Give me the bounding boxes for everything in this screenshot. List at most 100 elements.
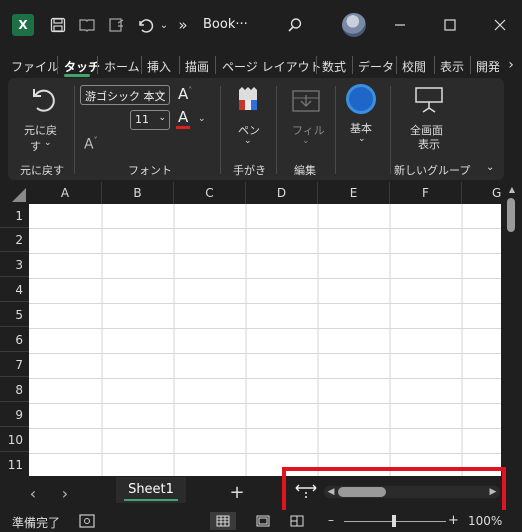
- row-header[interactable]: 7: [0, 353, 29, 377]
- scroll-left-icon[interactable]: ◀: [326, 486, 336, 498]
- chevron-down-icon[interactable]: ⌄: [198, 114, 206, 124]
- tab-touch[interactable]: タッチ: [64, 58, 100, 75]
- minimize-icon[interactable]: [388, 14, 412, 36]
- zoom-in-button[interactable]: +: [448, 513, 459, 528]
- font-size-value: 11: [135, 113, 149, 126]
- tab-home[interactable]: ホーム: [104, 58, 140, 75]
- undo-button-label-2[interactable]: す: [30, 138, 41, 154]
- tab-separator: [470, 56, 471, 74]
- tab-data[interactable]: データ: [358, 58, 394, 75]
- tab-insert[interactable]: 挿入: [147, 58, 171, 75]
- group-label-edit: 編集: [294, 164, 316, 177]
- search-icon[interactable]: [284, 14, 306, 36]
- tab-view[interactable]: 表示: [440, 58, 464, 75]
- next-sheet-icon[interactable]: ›: [58, 482, 72, 504]
- chevron-down-icon[interactable]: ⌄: [358, 134, 366, 144]
- font-size-combobox[interactable]: 11 ⌄: [130, 110, 170, 130]
- page-layout-view-icon[interactable]: [250, 512, 276, 530]
- fullscreen-button-label-2[interactable]: 表示: [418, 136, 440, 152]
- collapse-ribbon-icon[interactable]: ⌄: [486, 162, 494, 173]
- tab-file[interactable]: ファイル: [11, 58, 59, 75]
- maximize-icon[interactable]: [438, 14, 462, 36]
- select-all-corner[interactable]: [2, 184, 28, 204]
- column-header[interactable]: E: [318, 182, 390, 204]
- presentation-icon[interactable]: [414, 86, 444, 117]
- document-title[interactable]: Book···: [203, 17, 248, 32]
- row-header[interactable]: 6: [0, 328, 29, 352]
- user-avatar[interactable]: [342, 13, 366, 37]
- tab-separator: [434, 56, 435, 74]
- tab-separator: [215, 56, 216, 74]
- scroll-right-icon[interactable]: ▶: [488, 486, 498, 498]
- tab-draw[interactable]: 描画: [185, 58, 209, 75]
- vertical-scroll-thumb[interactable]: [507, 198, 515, 232]
- touch-mode-icon[interactable]: [106, 14, 128, 36]
- zoom-level-text[interactable]: 100%: [468, 514, 502, 528]
- zoom-slider-thumb[interactable]: [392, 515, 396, 527]
- fill-icon: [292, 90, 320, 117]
- active-tab-indicator: [64, 74, 90, 77]
- row-header[interactable]: 2: [0, 228, 29, 252]
- zoom-out-button[interactable]: –: [328, 513, 334, 527]
- previous-sheet-icon[interactable]: ‹: [26, 482, 40, 504]
- more-commands-icon[interactable]: »: [174, 14, 192, 36]
- chevron-down-icon[interactable]: ⌄: [158, 113, 166, 123]
- save-icon[interactable]: [48, 14, 68, 36]
- undo-dropdown-icon[interactable]: ⌄: [158, 14, 170, 36]
- accessibility-icon[interactable]: [78, 512, 96, 530]
- basic-shape-icon[interactable]: [346, 84, 376, 114]
- cell-area[interactable]: [29, 204, 501, 476]
- tab-formulas[interactable]: 数式: [322, 58, 346, 75]
- font-name-value: 游ゴシック 本文: [85, 90, 166, 103]
- column-header[interactable]: C: [174, 182, 246, 204]
- tab-separator: [316, 56, 317, 74]
- column-header[interactable]: F: [390, 182, 462, 204]
- row-header[interactable]: 1: [0, 204, 29, 228]
- undo-icon[interactable]: [134, 14, 156, 36]
- row-header[interactable]: 4: [0, 278, 29, 302]
- group-label-undo: 元に戻す: [20, 164, 64, 177]
- split-resize-handle-icon[interactable]: [294, 481, 318, 503]
- normal-view-icon[interactable]: [210, 512, 236, 530]
- row-header[interactable]: 8: [0, 378, 29, 402]
- book-icon[interactable]: [76, 14, 98, 36]
- tab-separator: [141, 56, 142, 74]
- excel-logo-icon: X: [12, 14, 34, 36]
- font-name-combobox[interactable]: 游ゴシック 本文 ⌄: [80, 85, 170, 105]
- column-header[interactable]: G: [462, 182, 504, 204]
- scroll-up-icon[interactable]: ▲: [507, 184, 517, 194]
- row-header[interactable]: 5: [0, 303, 29, 327]
- worksheet-grid: A B C D E F G 1 2 3 4 5 6 7 8 9 10 11: [0, 180, 504, 476]
- tab-separator: [57, 56, 58, 74]
- tabs-scroll-right-icon[interactable]: ›: [504, 54, 518, 76]
- chevron-down-icon: ⌄: [302, 136, 310, 146]
- horizontal-scroll-thumb[interactable]: [338, 487, 386, 497]
- row-header[interactable]: 11: [0, 453, 29, 476]
- tab-separator: [97, 56, 98, 74]
- tab-page-layout[interactable]: ページ レイアウト: [222, 58, 322, 75]
- undo-large-icon[interactable]: [26, 84, 56, 117]
- tab-review[interactable]: 校閲: [402, 58, 426, 75]
- decrease-font-size-icon[interactable]: A˅: [84, 136, 98, 153]
- tab-developer[interactable]: 開発: [476, 58, 502, 75]
- ribbon: 元に戻 す ⌄ 元に戻す 游ゴシック 本文 ⌄ A˄ 11 ⌄ A ⌄ A˅ フォン…: [8, 78, 504, 180]
- chevron-down-icon[interactable]: ⌄: [44, 138, 52, 148]
- add-sheet-button[interactable]: +: [228, 481, 246, 503]
- column-header[interactable]: B: [102, 182, 174, 204]
- ribbon-divider: [276, 86, 277, 174]
- row-header[interactable]: 10: [0, 428, 29, 452]
- pen-icon[interactable]: [234, 86, 262, 121]
- font-color-icon[interactable]: A: [178, 108, 188, 126]
- chevron-down-icon[interactable]: ⌄: [244, 136, 252, 146]
- status-ready-text: 準備完了: [12, 516, 61, 530]
- page-break-view-icon[interactable]: [284, 512, 310, 530]
- ribbon-divider: [390, 86, 391, 174]
- row-header[interactable]: 9: [0, 403, 29, 427]
- increase-font-size-icon[interactable]: A˄: [178, 85, 192, 103]
- close-icon[interactable]: [488, 14, 512, 36]
- column-header[interactable]: D: [246, 182, 318, 204]
- row-header[interactable]: 3: [0, 253, 29, 277]
- column-header[interactable]: A: [29, 182, 102, 204]
- chevron-down-icon[interactable]: ⌄: [158, 88, 166, 98]
- undo-button-label[interactable]: 元に戻: [24, 122, 57, 138]
